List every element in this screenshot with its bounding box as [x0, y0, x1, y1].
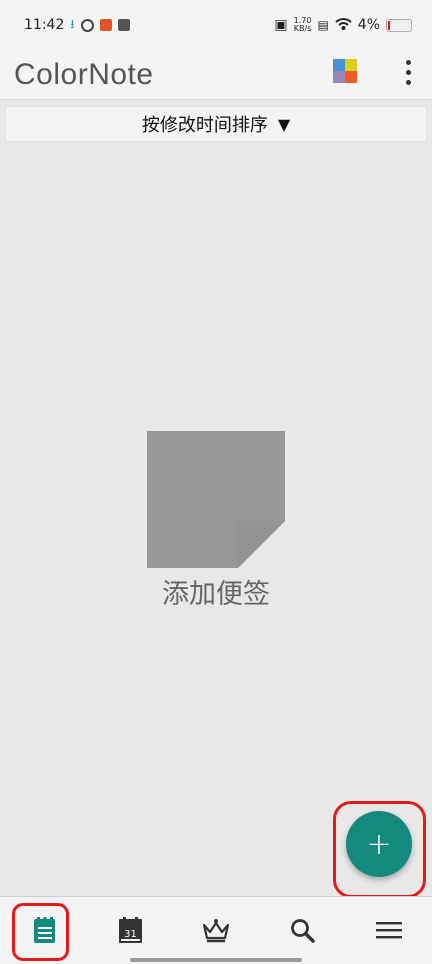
notes-tab[interactable] [30, 916, 60, 946]
sim-icon: ▤ [317, 18, 329, 32]
battery-percent: 4% [357, 17, 380, 33]
calendar-date-label: 31 [124, 929, 137, 940]
plus-icon: + [366, 826, 392, 862]
chevron-down-icon: ▼ [277, 114, 291, 134]
app-icon-2 [99, 19, 112, 31]
status-bar: 11:42 ⭳ ▣ 1.70 KB/s ▤ 4% [0, 0, 432, 50]
status-left: 11:42 ⭳ [24, 15, 130, 36]
app-title: ColorNote [14, 58, 154, 91]
menu-tab[interactable] [374, 916, 404, 946]
premium-tab[interactable] [201, 916, 231, 946]
calendar-icon: 31 [119, 917, 142, 943]
calendar-tab[interactable]: 31 [117, 916, 147, 946]
more-options-icon[interactable] [404, 60, 412, 85]
color-theme-button[interactable] [333, 59, 357, 83]
add-note-button[interactable]: + [346, 811, 412, 877]
search-icon [291, 919, 315, 943]
empty-note-icon [147, 431, 285, 568]
sort-selector[interactable]: 按修改时间排序 ▼ [5, 106, 427, 142]
crown-icon [202, 919, 230, 943]
download-icon: ⭳ [70, 16, 75, 31]
app-icon-1 [80, 18, 94, 32]
color-square-gray [333, 71, 345, 83]
app-bar: ColorNote [0, 50, 432, 100]
color-square-orange [345, 71, 357, 83]
mail-icon [117, 19, 130, 31]
color-square-blue [333, 59, 345, 71]
color-square-yellow [345, 59, 357, 71]
search-tab[interactable] [288, 916, 318, 946]
empty-state-label: 添加便签 [162, 579, 270, 610]
wifi-icon [335, 17, 352, 34]
network-speed: 1.70 KB/s [293, 16, 312, 33]
battery-icon [386, 18, 412, 32]
sort-label: 按修改时间排序 [141, 115, 268, 136]
notes-icon [34, 917, 55, 943]
home-indicator [130, 958, 302, 962]
hamburger-menu-icon [376, 922, 402, 939]
status-right: ▣ 1.70 KB/s ▤ 4% [274, 17, 412, 34]
vibration-icon: ▣ [274, 17, 288, 33]
status-time: 11:42 [24, 17, 65, 33]
